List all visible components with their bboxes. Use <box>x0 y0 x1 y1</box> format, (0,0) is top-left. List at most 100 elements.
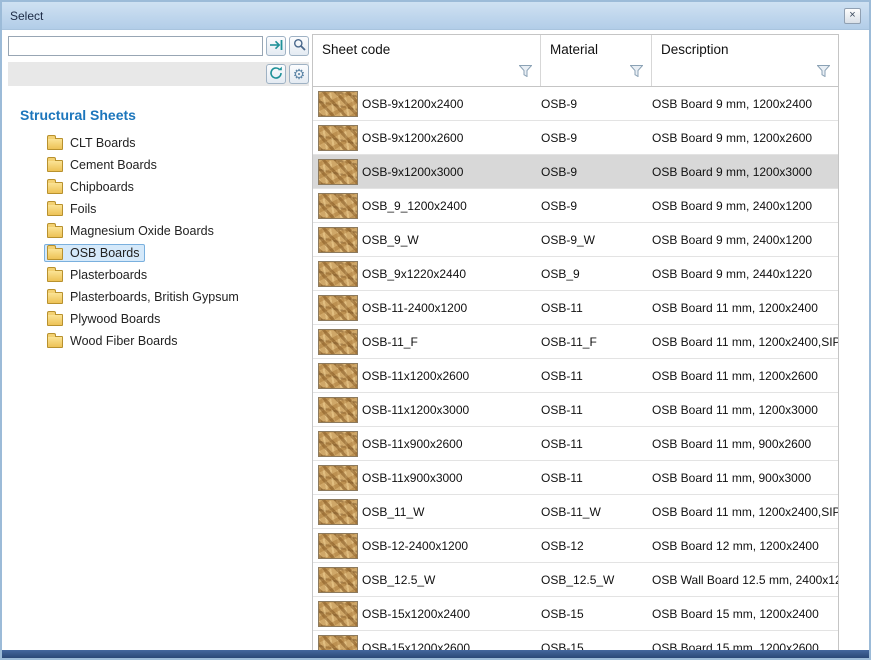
search-button[interactable] <box>289 36 309 56</box>
close-button[interactable]: × <box>844 8 861 24</box>
material-cell: OSB-9_W <box>541 233 652 247</box>
tree-item[interactable]: Plasterboards, British Gypsum <box>8 286 309 308</box>
search-input[interactable] <box>8 36 263 56</box>
table-row[interactable]: OSB-11-2400x1200 OSB-11 OSB Board 11 mm,… <box>313 291 838 325</box>
sheet-thumbnail <box>318 91 358 117</box>
material-cell: OSB-9 <box>541 199 652 213</box>
sheet-code-cell: OSB-11_F <box>362 335 541 349</box>
sheet-thumbnail <box>318 329 358 355</box>
table-row[interactable]: OSB-15x1200x2600 OSB-15 OSB Board 15 mm,… <box>313 631 838 650</box>
tree-item[interactable]: Cement Boards <box>8 154 309 176</box>
table-row[interactable]: OSB-11_F OSB-11_F OSB Board 11 mm, 1200x… <box>313 325 838 359</box>
refresh-icon <box>269 66 283 83</box>
go-button[interactable] <box>266 36 286 56</box>
table-row[interactable]: OSB-11x900x2600 OSB-11 OSB Board 11 mm, … <box>313 427 838 461</box>
description-cell: OSB Wall Board 12.5 mm, 2400x1200 <box>652 573 838 587</box>
filter-icon-description[interactable] <box>817 65 830 80</box>
description-cell: OSB Board 9 mm, 1200x2600 <box>652 131 838 145</box>
refresh-button[interactable] <box>266 64 286 84</box>
sheet-thumbnail <box>318 567 358 593</box>
table-row[interactable]: OSB_12.5_W OSB_12.5_W OSB Wall Board 12.… <box>313 563 838 597</box>
table-row[interactable]: OSB-9x1200x2400 OSB-9 OSB Board 9 mm, 12… <box>313 87 838 121</box>
sheet-code-cell: OSB-9x1200x3000 <box>362 165 541 179</box>
tree-item[interactable]: CLT Boards <box>8 132 309 154</box>
description-cell: OSB Board 12 mm, 1200x2400 <box>652 539 838 553</box>
column-header-description[interactable]: Description <box>652 35 838 86</box>
folder-icon <box>47 314 63 326</box>
sheet-thumbnail <box>318 261 358 287</box>
sheet-thumbnail <box>318 363 358 389</box>
folder-icon <box>47 270 63 282</box>
material-cell: OSB-15 <box>541 641 652 651</box>
tree-item-label: Plywood Boards <box>70 312 160 326</box>
tree-item-label: Wood Fiber Boards <box>70 334 177 348</box>
material-cell: OSB-9 <box>541 97 652 111</box>
material-cell: OSB-11_W <box>541 505 652 519</box>
sheet-code-cell: OSB_9_W <box>362 233 541 247</box>
column-header-sheet-code[interactable]: Sheet code <box>313 35 541 86</box>
left-panel: ⚙ Structural Sheets CLT Boards Cement Bo… <box>8 36 309 352</box>
description-cell: OSB Board 15 mm, 1200x2400 <box>652 607 838 621</box>
tree-item-label: OSB Boards <box>70 246 139 260</box>
sheet-code-cell: OSB-11-2400x1200 <box>362 301 541 315</box>
description-cell: OSB Board 11 mm, 1200x3000 <box>652 403 838 417</box>
sheets-table: Sheet code Material Description OSB-9x12… <box>312 34 839 650</box>
table-row[interactable]: OSB-9x1200x2600 OSB-9 OSB Board 9 mm, 12… <box>313 121 838 155</box>
sheet-thumbnail <box>318 295 358 321</box>
table-row[interactable]: OSB-11x1200x2600 OSB-11 OSB Board 11 mm,… <box>313 359 838 393</box>
filter-icon-material[interactable] <box>630 65 643 80</box>
table-row[interactable]: OSB_9_W OSB-9_W OSB Board 9 mm, 2400x120… <box>313 223 838 257</box>
column-header-material[interactable]: Material <box>541 35 652 86</box>
sheet-code-cell: OSB_9_1200x2400 <box>362 199 541 213</box>
settings-button[interactable]: ⚙ <box>289 64 309 84</box>
window-bottom-border <box>2 650 869 658</box>
tree-item[interactable]: Plywood Boards <box>8 308 309 330</box>
tree-item[interactable]: Magnesium Oxide Boards <box>8 220 309 242</box>
close-icon: × <box>849 9 855 22</box>
tree-item[interactable]: Wood Fiber Boards <box>8 330 309 352</box>
table-row[interactable]: OSB-12-2400x1200 OSB-12 OSB Board 12 mm,… <box>313 529 838 563</box>
material-cell: OSB_12.5_W <box>541 573 652 587</box>
tree-item[interactable]: Chipboards <box>8 176 309 198</box>
tree-item-label: CLT Boards <box>70 136 136 150</box>
folder-icon <box>47 138 63 150</box>
sheet-code-cell: OSB-11x900x3000 <box>362 471 541 485</box>
sheet-thumbnail <box>318 635 358 651</box>
toolbar: ⚙ <box>8 62 309 86</box>
tree-item[interactable]: OSB Boards <box>8 242 309 264</box>
tree-item[interactable]: Plasterboards <box>8 264 309 286</box>
tree-item-label: Plasterboards, British Gypsum <box>70 290 239 304</box>
sheet-code-cell: OSB-9x1200x2600 <box>362 131 541 145</box>
sheet-code-cell: OSB-11x900x2600 <box>362 437 541 451</box>
table-row[interactable]: OSB-15x1200x2400 OSB-15 OSB Board 15 mm,… <box>313 597 838 631</box>
material-cell: OSB-9 <box>541 131 652 145</box>
table-row[interactable]: OSB_9x1220x2440 OSB_9 OSB Board 9 mm, 24… <box>313 257 838 291</box>
window-title: Select <box>10 9 43 23</box>
tree-item-label: Magnesium Oxide Boards <box>70 224 214 238</box>
material-cell: OSB-9 <box>541 165 652 179</box>
table-row[interactable]: OSB-11x900x3000 OSB-11 OSB Board 11 mm, … <box>313 461 838 495</box>
table-header: Sheet code Material Description <box>313 35 838 87</box>
description-cell: OSB Board 9 mm, 1200x3000 <box>652 165 838 179</box>
titlebar[interactable]: Select × <box>2 2 869 30</box>
filter-icon-sheet-code[interactable] <box>519 65 532 80</box>
sheet-thumbnail <box>318 193 358 219</box>
tree-item-label: Chipboards <box>70 180 134 194</box>
tree-root-label[interactable]: Structural Sheets <box>8 104 309 126</box>
sheet-code-cell: OSB-9x1200x2400 <box>362 97 541 111</box>
sheet-thumbnail <box>318 227 358 253</box>
tree-item-label: Plasterboards <box>70 268 147 282</box>
table-row[interactable]: OSB_9_1200x2400 OSB-9 OSB Board 9 mm, 24… <box>313 189 838 223</box>
tree-item[interactable]: Foils <box>8 198 309 220</box>
description-cell: OSB Board 11 mm, 1200x2400 <box>652 301 838 315</box>
sheet-code-cell: OSB_9x1220x2440 <box>362 267 541 281</box>
table-row[interactable]: OSB_11_W OSB-11_W OSB Board 11 mm, 1200x… <box>313 495 838 529</box>
sheet-code-cell: OSB-12-2400x1200 <box>362 539 541 553</box>
material-cell: OSB-11 <box>541 437 652 451</box>
table-row[interactable]: OSB-11x1200x3000 OSB-11 OSB Board 11 mm,… <box>313 393 838 427</box>
folder-icon <box>47 226 63 238</box>
sheet-thumbnail <box>318 125 358 151</box>
description-cell: OSB Board 11 mm, 1200x2400,SIP <box>652 505 838 519</box>
table-row[interactable]: OSB-9x1200x3000 OSB-9 OSB Board 9 mm, 12… <box>313 155 838 189</box>
description-cell: OSB Board 9 mm, 2440x1220 <box>652 267 838 281</box>
